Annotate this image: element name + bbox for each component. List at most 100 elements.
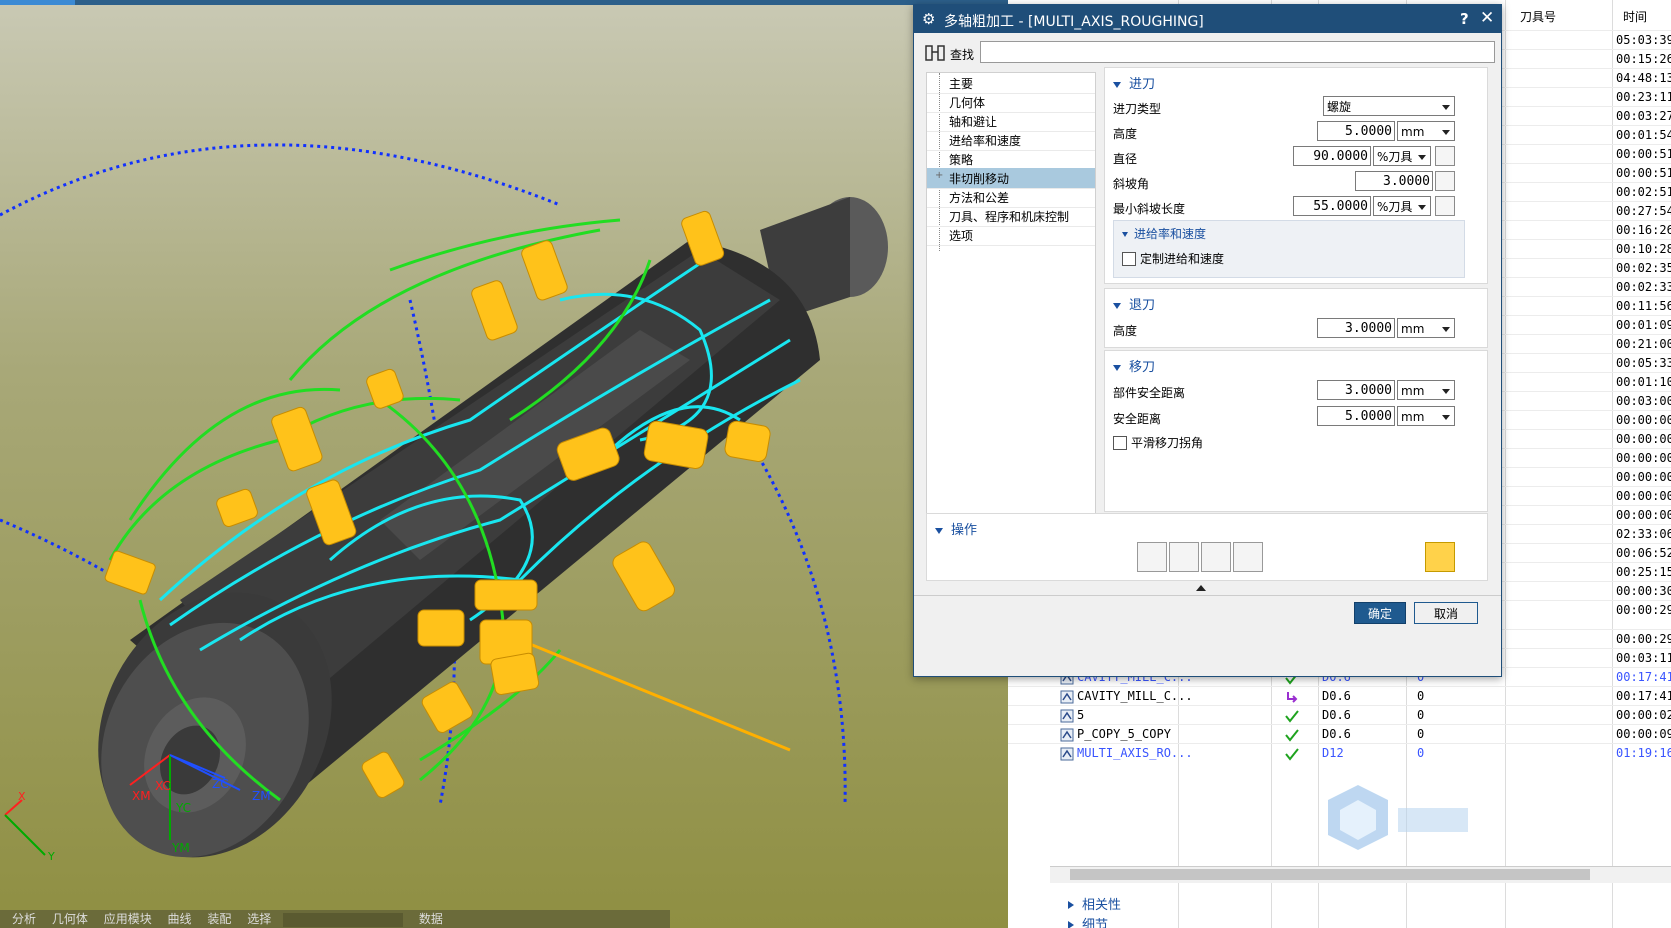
operation-row[interactable]: P_COPY_5_COPY D0.6 0 00:00:09	[1008, 724, 1671, 745]
feed-subgroup-header[interactable]: 进给率和速度	[1122, 225, 1206, 242]
custom-feed-checkbox[interactable]	[1122, 252, 1136, 266]
tree-item-tool-program-machine[interactable]: 刀具、程序和机床控制	[927, 206, 1095, 227]
collapse-icon	[1113, 302, 1121, 309]
cell-time: 00:03:27	[1616, 109, 1671, 123]
engage-header[interactable]: 进刀	[1113, 73, 1155, 92]
list-button[interactable]	[1233, 542, 1263, 572]
search-input[interactable]	[980, 41, 1495, 63]
cancel-button[interactable]: 取消	[1414, 602, 1478, 624]
panel-dependencies[interactable]: 相关性	[1068, 894, 1671, 916]
operation-row[interactable]: CAVITY_MILL_C... D0.6 0 00:17:41	[1008, 686, 1671, 707]
axis-zc-label: ZC	[212, 777, 229, 791]
lock-icon[interactable]	[1435, 146, 1455, 166]
tree-item-feeds-speeds[interactable]: 进给率和速度	[927, 130, 1095, 151]
menu-data[interactable]: 数据	[419, 912, 443, 926]
menu-geometry[interactable]: 几何体	[52, 912, 88, 926]
dropdown-arrow-icon	[1442, 327, 1450, 332]
retract-height-unit[interactable]: mm	[1397, 318, 1455, 338]
smooth-corner-checkbox[interactable]	[1113, 436, 1127, 450]
tree-item-strategy[interactable]: 策略	[927, 149, 1095, 170]
retract-height-label: 高度	[1113, 324, 1138, 338]
engage-diameter-unit[interactable]: %刀具	[1373, 146, 1431, 166]
tree-item-axis-avoidance[interactable]: 轴和避让	[927, 111, 1095, 132]
operation-name: MULTI_AXIS_RO...	[1077, 746, 1193, 760]
menu-analysis[interactable]: 分析	[12, 912, 36, 926]
tree-item-geometry[interactable]: 几何体	[927, 92, 1095, 113]
tree-item-non-cutting-moves[interactable]: + 非切削移动	[927, 168, 1095, 189]
engage-height-unit[interactable]: mm	[1397, 121, 1455, 141]
menu-assembly[interactable]: 装配	[207, 912, 231, 926]
part-clearance-input[interactable]: 3.0000	[1317, 380, 1395, 400]
engage-vector	[519, 638, 791, 752]
cell-time: 00:11:56	[1616, 299, 1671, 313]
display-engage-button[interactable]	[1425, 542, 1455, 572]
operation-tool: D0.6	[1322, 689, 1351, 703]
cell-time: 00:02:35	[1616, 261, 1671, 275]
column-header-tool-no[interactable]: 刀具号	[1520, 8, 1556, 30]
verify-button[interactable]	[1201, 542, 1231, 572]
lock-icon[interactable]	[1435, 171, 1455, 191]
menu-select[interactable]: 选择	[247, 912, 271, 926]
clearance-input[interactable]: 5.0000	[1317, 406, 1395, 426]
cell-time: 00:02:33	[1616, 280, 1671, 294]
tree-item-method-tolerance[interactable]: 方法和公差	[927, 187, 1095, 208]
command-finder-input[interactable]	[283, 912, 404, 927]
operations-panel: 操作	[926, 513, 1488, 581]
engage-ramp-input[interactable]: 3.0000	[1355, 171, 1433, 191]
graphics-viewport[interactable]: XC XM ZC ZM YC YM X Y 分析 几何体 应用模块 曲线 装配 …	[0, 0, 1008, 928]
engage-type-select[interactable]: 螺旋	[1323, 96, 1455, 116]
engage-height-label: 高度	[1113, 127, 1138, 141]
engage-type-label: 进刀类型	[1113, 102, 1162, 116]
tree-item-options[interactable]: 选项	[927, 225, 1095, 246]
operation-tool: D0.6	[1322, 727, 1351, 741]
check-icon	[1285, 748, 1299, 761]
operation-row[interactable]: 5 D0.6 0 00:00:02	[1008, 705, 1671, 726]
scrollbar-thumb[interactable]	[1070, 869, 1590, 880]
cell-time: 00:01:54	[1616, 128, 1671, 142]
roller-model-scene[interactable]: XC XM ZC ZM YC YM X Y	[0, 0, 1008, 928]
operation-time: 00:03:11	[1616, 651, 1671, 665]
generate-button[interactable]	[1137, 542, 1167, 572]
collapse-up-icon[interactable]	[1196, 585, 1206, 591]
cell-time: 00:01:10	[1616, 375, 1671, 389]
operation-time: 01:19:16	[1616, 746, 1671, 760]
dialog-titlebar[interactable]: ⚙ 多轴粗加工 - [MULTI_AXIS_ROUGHING] ? ✕	[914, 5, 1501, 33]
part-clearance-row: 部件安全距离 3.0000 mm	[1113, 380, 1473, 402]
tree-item-main[interactable]: 主要	[927, 73, 1095, 94]
transfer-header[interactable]: 移刀	[1113, 356, 1155, 375]
operations-header[interactable]: 操作	[935, 519, 977, 538]
binoculars-icon	[925, 45, 945, 61]
clearance-arc-left	[0, 518, 121, 582]
cell-time: 00:00:00	[1616, 451, 1671, 465]
part-clearance-unit[interactable]: mm	[1397, 380, 1455, 400]
search-row: 查找	[922, 41, 1495, 65]
lock-icon[interactable]	[1435, 196, 1455, 216]
close-button[interactable]: ✕	[1480, 8, 1494, 28]
clearance-label: 安全距离	[1113, 412, 1162, 426]
panel-details[interactable]: 细节	[1068, 914, 1671, 928]
replay-button[interactable]	[1169, 542, 1199, 572]
clearance-unit[interactable]: mm	[1397, 406, 1455, 426]
operation-time: 00:00:29	[1616, 632, 1671, 646]
cell-time: 02:33:06	[1616, 527, 1671, 541]
expand-plus-icon[interactable]: +	[935, 170, 943, 181]
dropdown-arrow-icon	[1442, 389, 1450, 394]
engage-min-ramp-unit[interactable]: %刀具	[1373, 196, 1431, 216]
engage-height-input[interactable]: 5.0000	[1317, 121, 1395, 141]
menu-curve[interactable]: 曲线	[168, 912, 192, 926]
operation-tool: D12	[1322, 746, 1344, 760]
ok-button[interactable]: 确定	[1354, 602, 1406, 624]
retract-header[interactable]: 退刀	[1113, 294, 1155, 313]
check-icon	[1285, 710, 1299, 723]
column-header-time[interactable]: 时间	[1623, 8, 1647, 30]
engage-min-ramp-input[interactable]: 55.0000	[1293, 196, 1371, 216]
operation-row[interactable]: MULTI_AXIS_RO... D12 0 01:19:16	[1008, 743, 1671, 764]
retract-height-input[interactable]: 3.0000	[1317, 318, 1395, 338]
menu-application[interactable]: 应用模块	[104, 912, 152, 926]
engage-diameter-input[interactable]: 90.0000	[1293, 146, 1371, 166]
horizontal-scrollbar[interactable]	[1050, 866, 1671, 883]
help-button[interactable]: ?	[1460, 10, 1469, 28]
cell-time: 00:00:51	[1616, 166, 1671, 180]
collapse-icon	[1113, 81, 1121, 88]
axis-ym-label: YM	[171, 841, 190, 855]
